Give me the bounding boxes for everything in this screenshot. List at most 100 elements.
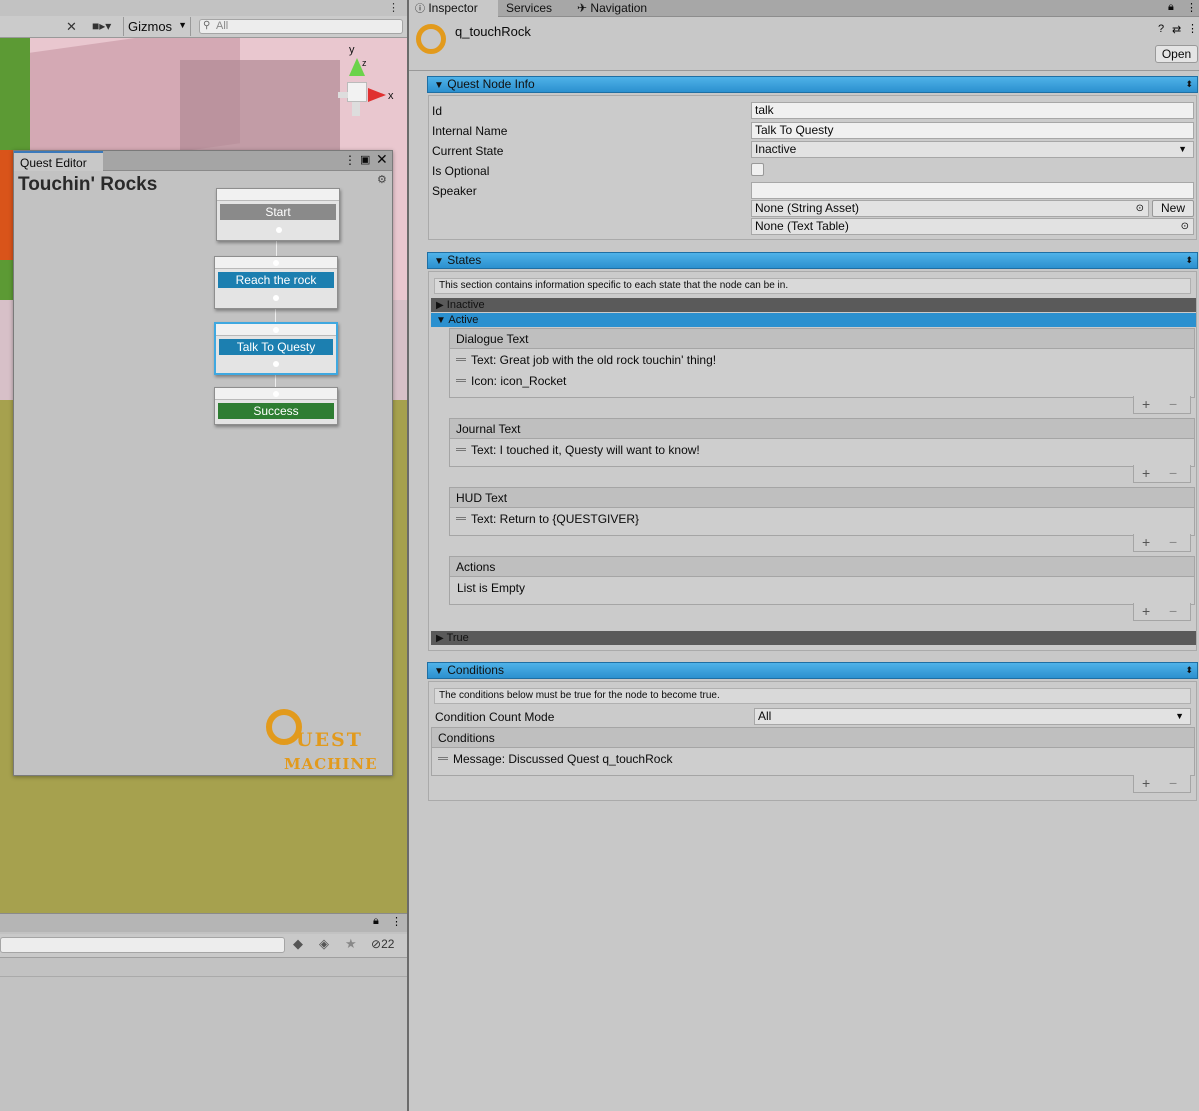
drag-handle-icon[interactable]: [456, 517, 466, 520]
quest-title: Touchin' Rocks: [18, 174, 158, 195]
quest-node-reach-the-rock[interactable]: Reach the rock: [214, 256, 338, 309]
add-icon[interactable]: +: [1142, 775, 1150, 791]
list-item[interactable]: Text: Return to {QUESTGIVER}: [450, 508, 1194, 529]
remove-icon[interactable]: −: [1169, 534, 1177, 550]
condition-count-mode-dropdown[interactable]: All ▼: [754, 708, 1191, 725]
orientation-gizmo[interactable]: y z x: [330, 44, 400, 140]
list-empty-text: List is Empty: [457, 581, 526, 595]
tab-services[interactable]: Services: [506, 0, 552, 17]
list-header: HUD Text: [450, 488, 1194, 508]
drag-handle-icon[interactable]: [456, 448, 466, 451]
node-label: Talk To Questy: [219, 339, 333, 355]
tab-label: Inspector: [428, 1, 478, 15]
drag-handle-icon[interactable]: [456, 379, 466, 382]
conditions-header[interactable]: ▼ Conditions ⬍: [427, 662, 1198, 679]
gizmos-button[interactable]: Gizmos ▼: [123, 17, 191, 36]
add-icon[interactable]: +: [1142, 465, 1150, 481]
current-state-label: Current State: [432, 144, 504, 158]
favorite-star-icon[interactable]: ★: [345, 936, 357, 952]
list-add-remove: + −: [1133, 465, 1191, 483]
gear-icon[interactable]: ⚙: [377, 173, 387, 186]
output-port[interactable]: [276, 227, 282, 233]
x-axis-cone: [368, 88, 386, 102]
new-button[interactable]: New: [1152, 200, 1194, 217]
scene-view[interactable]: ⋮ ✕ ■▸▾ Gizmos ▼ ⚲ All y z x Quest Edito…: [0, 0, 407, 913]
list-item[interactable]: Text: Great job with the old rock touchi…: [450, 349, 1194, 370]
tab-label: Navigation: [590, 1, 648, 15]
journal-text-list: Journal Text Text: I touched it, Questy …: [449, 418, 1195, 467]
hud-text-list: HUD Text Text: Return to {QUESTGIVER}: [449, 487, 1195, 536]
camera-icon[interactable]: ■▸▾: [92, 19, 111, 33]
label-tag-icon[interactable]: ◈: [319, 936, 329, 952]
list-item[interactable]: Icon: icon_Rocket: [450, 370, 1194, 391]
more-menu-icon[interactable]: ⋮: [388, 1, 399, 14]
internal-name-field[interactable]: Talk To Questy: [751, 122, 1194, 139]
close-icon[interactable]: ✕: [376, 151, 388, 168]
open-button[interactable]: Open: [1155, 45, 1198, 63]
id-field[interactable]: talk: [751, 102, 1194, 119]
quest-node-start[interactable]: Start: [216, 188, 340, 241]
output-port[interactable]: [273, 295, 279, 301]
foldout-closed-icon: ▶: [436, 300, 444, 311]
speaker-field[interactable]: [751, 182, 1194, 199]
is-optional-checkbox[interactable]: [751, 163, 764, 176]
tab-navigation[interactable]: ✈ Navigation: [577, 0, 647, 17]
hierarchy-panel: 🔒︎ ⋮ ◆ ◈ ★ ⊘22: [0, 913, 407, 1111]
add-icon[interactable]: +: [1142, 603, 1150, 619]
tab-quest-editor[interactable]: Quest Editor: [14, 151, 103, 171]
divider: [409, 70, 1199, 71]
more-menu-icon[interactable]: ⋮: [1187, 22, 1198, 35]
states-header[interactable]: ▼ States ⬍: [427, 252, 1198, 269]
more-menu-icon[interactable]: ⋮: [391, 915, 402, 928]
preset-icon[interactable]: ⇄: [1172, 23, 1181, 36]
current-state-dropdown[interactable]: Inactive ▼: [751, 141, 1194, 158]
eye-slash-icon: ⊘: [371, 937, 382, 951]
more-menu-icon[interactable]: ⋮: [1186, 1, 1197, 14]
input-port[interactable]: [273, 391, 279, 397]
input-port[interactable]: [273, 260, 279, 266]
remove-icon[interactable]: −: [1169, 603, 1177, 619]
object-picker-icon[interactable]: ⊙: [1181, 219, 1189, 234]
list-item-text: Text: Return to {QUESTGIVER}: [471, 512, 640, 526]
hidden-count-badge[interactable]: ⊘22: [371, 937, 394, 951]
lock-icon[interactable]: 🔒︎: [373, 915, 379, 928]
state-active-foldout[interactable]: ▼ Active: [431, 313, 1196, 327]
add-icon[interactable]: +: [1142, 534, 1150, 550]
inspector-panel: ⓘ Inspector Services ✈ Navigation 🔒︎ ⋮ q…: [409, 0, 1199, 1111]
drag-handle-icon[interactable]: [456, 358, 466, 361]
current-state-value: Inactive: [755, 142, 797, 156]
filter-type-icon[interactable]: ◆: [293, 936, 303, 952]
id-label: Id: [432, 104, 443, 118]
hidden-count: 22: [381, 937, 395, 951]
output-port[interactable]: [273, 361, 279, 367]
tools-icon[interactable]: ✕: [66, 19, 77, 35]
section-title: Quest Node Info: [447, 77, 535, 91]
add-icon[interactable]: +: [1142, 396, 1150, 412]
maximize-icon[interactable]: ▣: [360, 153, 370, 166]
more-menu-icon[interactable]: ⋮: [344, 153, 356, 167]
input-port[interactable]: [273, 327, 279, 333]
list-add-remove: + −: [1133, 396, 1191, 414]
help-icon[interactable]: ?: [1158, 23, 1164, 35]
state-inactive-foldout[interactable]: ▶ Inactive: [431, 298, 1196, 312]
text-table-field[interactable]: None (Text Table) ⊙: [751, 218, 1194, 235]
scene-search-input[interactable]: ⚲ All: [199, 19, 403, 34]
list-item[interactable]: Message: Discussed Quest q_touchRock: [432, 748, 1194, 769]
remove-icon[interactable]: −: [1169, 775, 1177, 791]
state-true-foldout[interactable]: ▶ True: [431, 631, 1196, 645]
hierarchy-search-input[interactable]: [0, 937, 285, 953]
drag-handle-icon[interactable]: [438, 757, 448, 760]
remove-icon[interactable]: −: [1169, 396, 1177, 412]
quest-node-talk-to-questy[interactable]: Talk To Questy: [214, 322, 338, 375]
remove-icon[interactable]: −: [1169, 465, 1177, 481]
foldout-open-icon: ▼: [434, 666, 444, 677]
node-label: Start: [220, 204, 336, 220]
lock-icon[interactable]: 🔒︎: [1168, 1, 1174, 14]
quest-node-success[interactable]: Success: [214, 387, 338, 425]
quest-node-info-header[interactable]: ▼ Quest Node Info ⬍: [427, 76, 1198, 93]
string-asset-field[interactable]: None (String Asset) ⊙: [751, 200, 1149, 217]
gizmo-center: [347, 82, 367, 102]
tab-inspector[interactable]: ⓘ Inspector: [409, 0, 498, 17]
object-picker-icon[interactable]: ⊙: [1136, 201, 1144, 216]
list-item[interactable]: Text: I touched it, Questy will want to …: [450, 439, 1194, 460]
